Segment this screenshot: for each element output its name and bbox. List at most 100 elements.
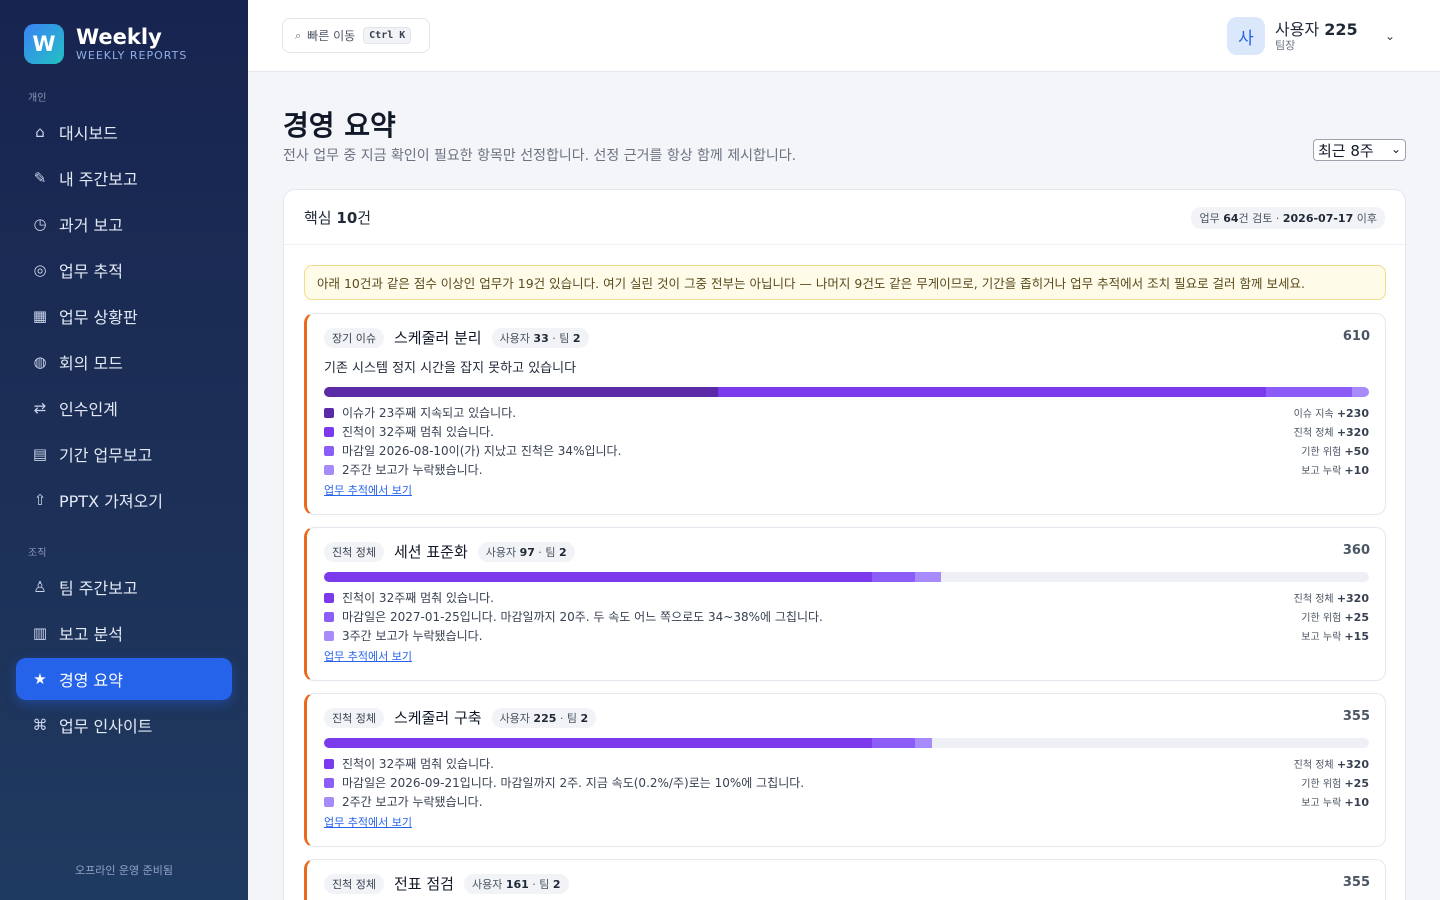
reason-list: 이슈가 23주째 지속되고 있습니다. 이슈 지속 +230 진척이 32주째 멈춰… xyxy=(324,403,1369,479)
sidebar-item-label: 회의 모드 xyxy=(59,354,123,373)
sidebar-item-label: 업무 추적 xyxy=(59,262,123,281)
score-breakdown-bar xyxy=(324,738,1369,748)
reason-list: 진척이 32주째 멈춰 있습니다. 진척 정체 +320 마감일은 2027-01-… xyxy=(324,588,1369,645)
reason-row: 진척이 32주째 멈춰 있습니다. 진척 정체 +320 xyxy=(324,754,1369,773)
sidebar-item-2[interactable]: ✎ 내 주간보고 xyxy=(16,157,232,199)
reason-points: 보고 누락 +10 xyxy=(1301,464,1369,477)
reason-text: 진척이 32주째 멈춰 있습니다. xyxy=(342,425,494,439)
view-in-tracking-link[interactable]: 업무 추적에서 보기 xyxy=(324,814,412,830)
sidebar-item-label: 인수인계 xyxy=(59,400,118,419)
sidebar-item-3[interactable]: ◷ 과거 보고 xyxy=(16,203,232,245)
score-segment xyxy=(718,387,1267,397)
priority-item: 장기 이슈 스케줄러 분리 사용자 33 · 팀 2 610 기존 시스템 정지 시간을… xyxy=(304,313,1386,515)
review-meta-badge: 업무 64건 검토 · 2026-07-17 이후 xyxy=(1191,207,1385,229)
reason-text: 마감일은 2026-09-21입니다. 마감일까지 2주. 지금 속도(0.2%… xyxy=(342,776,805,790)
search-icon: ⌕ xyxy=(295,28,302,42)
chevron-down-icon[interactable]: ⌄ xyxy=(1385,29,1395,43)
summary-panel: 핵심 10건 업무 64건 검토 · 2026-07-17 이후 아래 10건과… xyxy=(283,189,1406,900)
sidebar-item-9[interactable]: ⇧ PPTX 가져오기 xyxy=(16,479,232,521)
reason-color-dot xyxy=(324,592,334,603)
score-breakdown-bar xyxy=(324,572,1369,582)
page-subtitle: 전사 업무 중 지금 확인이 필요한 항목만 선정합니다. 선정 근거를 항상 … xyxy=(283,148,797,164)
reason-text: 마감일은 2027-01-25입니다. 마감일까지 20주. 두 속도 어느 쪽… xyxy=(342,610,823,624)
avatar: 사 xyxy=(1227,17,1265,55)
reason-row: 3주간 보고가 누락됐습니다. 보고 누락 +15 xyxy=(324,626,1369,645)
item-title: 세션 표준화 xyxy=(393,543,468,561)
reason-row: 이슈가 23주째 지속되고 있습니다. 이슈 지속 +230 xyxy=(324,403,1369,422)
reason-text: 2주간 보고가 누락됐습니다. xyxy=(342,463,483,477)
sidebar-item-11[interactable]: ▥ 보고 분석 xyxy=(16,612,232,654)
reason-row: 마감일은 2027-01-25입니다. 마감일까지 20주. 두 속도 어느 쪽… xyxy=(324,607,1369,626)
period-select[interactable]: 최근 8주 ⌄ xyxy=(1313,139,1406,161)
insight-icon: ⌘ xyxy=(32,716,48,734)
scope-badge: 사용자 225 · 팀 2 xyxy=(491,707,597,728)
panel-header: 핵심 10건 업무 64건 검토 · 2026-07-17 이후 xyxy=(284,190,1405,245)
topbar: ⌕ 빠른 이동 Ctrl K 사 사용자 225 팀장 ⌄ xyxy=(248,0,1440,72)
priority-item: 진척 정체 세션 표준화 사용자 97 · 팀 2 360 진척이 32주째 멈춰 있습… xyxy=(304,527,1386,681)
score-segment xyxy=(324,572,873,582)
sidebar-item-10[interactable]: ♙ 팀 주간보고 xyxy=(16,566,232,608)
reason-color-dot xyxy=(324,796,334,807)
reason-color-dot xyxy=(324,445,334,456)
sidebar-item-label: 과거 보고 xyxy=(59,216,123,235)
quick-jump-button[interactable]: ⌕ 빠른 이동 Ctrl K xyxy=(282,18,430,53)
score-segment xyxy=(1351,387,1369,397)
target-icon: ◎ xyxy=(33,261,47,279)
user-role: 팀장 xyxy=(1275,39,1296,52)
brand-subtitle: WEEKLY REPORTS xyxy=(76,49,188,62)
category-tag: 진척 정체 xyxy=(324,873,384,894)
item-title: 스케줄러 구축 xyxy=(393,709,482,727)
score-breakdown-bar xyxy=(324,387,1369,397)
score-segment xyxy=(872,738,915,748)
view-in-tracking-link[interactable]: 업무 추적에서 보기 xyxy=(324,648,412,664)
panel-title: 핵심 10건 xyxy=(304,209,372,227)
brand[interactable]: W Weekly WEEKLY REPORTS xyxy=(24,24,187,64)
sidebar-item-label: PPTX 가져오기 xyxy=(59,492,163,511)
sidebar-item-6[interactable]: ◍ 회의 모드 xyxy=(16,341,232,383)
globe-icon: ◍ xyxy=(33,353,47,371)
sidebar-item-1[interactable]: ⌂ 대시보드 xyxy=(16,111,232,153)
item-description: 기존 시스템 정지 시간을 잡지 못하고 있습니다 xyxy=(324,361,577,376)
reason-color-dot xyxy=(324,611,334,622)
upload-icon: ⇧ xyxy=(33,491,47,509)
score-segment xyxy=(915,738,933,748)
period-select-value: 최근 8주 xyxy=(1318,141,1374,160)
sidebar-item-7[interactable]: ⇄ 인수인계 xyxy=(16,387,232,429)
sidebar-item-label: 대시보드 xyxy=(59,124,118,143)
reason-row: 진척이 32주째 멈춰 있습니다. 진척 정체 +320 xyxy=(324,588,1369,607)
swap-icon: ⇄ xyxy=(33,399,47,417)
sidebar-item-label: 팀 주간보고 xyxy=(59,579,138,598)
score-segment xyxy=(872,572,915,582)
reason-points: 기한 위험 +25 xyxy=(1301,611,1369,624)
reason-text: 진척이 32주째 멈춰 있습니다. xyxy=(342,591,494,605)
reason-row: 마감일은 2026-09-21입니다. 마감일까지 2주. 지금 속도(0.2%… xyxy=(324,773,1369,792)
category-tag: 장기 이슈 xyxy=(324,327,384,348)
brand-title: Weekly xyxy=(76,25,162,49)
clock-icon: ◷ xyxy=(33,215,47,233)
quick-jump-label: 빠른 이동 xyxy=(307,29,356,43)
reason-text: 마감일 2026-08-10이(가) 지났고 진척은 34%입니다. xyxy=(342,444,622,458)
reason-color-dot xyxy=(324,777,334,788)
sidebar-item-5[interactable]: ▦ 업무 상황판 xyxy=(16,295,232,337)
view-in-tracking-link[interactable]: 업무 추적에서 보기 xyxy=(324,482,412,498)
user-menu[interactable]: 사 사용자 225 팀장 xyxy=(1227,17,1358,55)
sidebar-item-8[interactable]: ▤ 기간 업무보고 xyxy=(16,433,232,475)
reason-points: 보고 누락 +15 xyxy=(1301,630,1369,643)
page-title: 경영 요약 xyxy=(283,109,396,142)
score-segment xyxy=(1266,387,1352,397)
team-icon: ♙ xyxy=(33,578,47,596)
priority-item: 진척 정체 전표 점검 사용자 161 · 팀 2 355 xyxy=(304,859,1386,900)
sidebar-item-label: 보고 분석 xyxy=(59,625,123,644)
reason-points: 기한 위험 +25 xyxy=(1301,777,1369,790)
sidebar-item-label: 경영 요약 xyxy=(59,671,123,690)
analytics-icon: ▥ xyxy=(32,624,48,642)
score-segment xyxy=(324,738,873,748)
report-icon: ▤ xyxy=(32,445,48,463)
reason-color-dot xyxy=(324,464,334,475)
sidebar-item-12[interactable]: ★ 경영 요약 xyxy=(16,658,232,700)
sidebar-item-13[interactable]: ⌘ 업무 인사이트 xyxy=(16,704,232,746)
reason-points: 보고 누락 +10 xyxy=(1301,796,1369,809)
reason-color-dot xyxy=(324,426,334,437)
sidebar-item-4[interactable]: ◎ 업무 추적 xyxy=(16,249,232,291)
score-value: 360 xyxy=(1342,543,1370,558)
